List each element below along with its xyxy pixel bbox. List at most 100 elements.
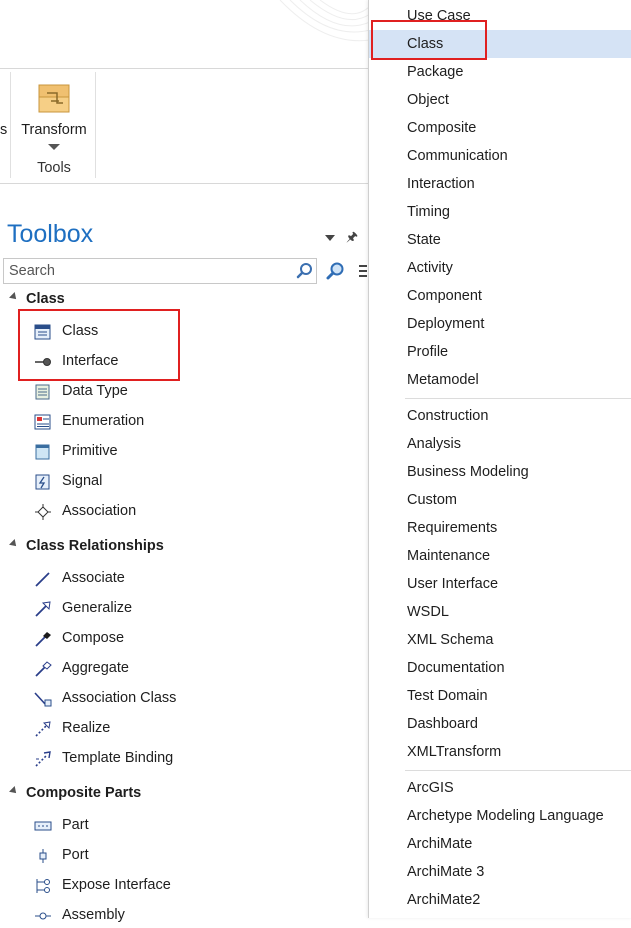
find-in-toolbox-icon[interactable]: [325, 261, 345, 281]
transform-icon: [38, 84, 70, 113]
association-class-icon: [34, 692, 52, 707]
category-header-composite-parts[interactable]: Composite Parts: [9, 785, 141, 801]
menu-item-label: Metamodel: [407, 372, 479, 388]
menu-item-label: Documentation: [407, 660, 505, 676]
menu-item-archimate[interactable]: ArchiMate: [369, 830, 631, 858]
menu-item-component[interactable]: Component: [369, 282, 631, 310]
menu-item-label: Requirements: [407, 520, 498, 536]
menu-item-xmltransform[interactable]: XMLTransform: [369, 738, 631, 766]
menu-item-label: Timing: [407, 204, 450, 220]
primitive-icon: [35, 444, 50, 460]
menu-item-construction[interactable]: Construction: [369, 402, 631, 430]
port-icon: [39, 849, 47, 863]
menu-item-requirements[interactable]: Requirements: [369, 514, 631, 542]
tool-label: Primitive: [62, 443, 118, 459]
menu-item-custom[interactable]: Custom: [369, 486, 631, 514]
menu-item-test-domain[interactable]: Test Domain: [369, 682, 631, 710]
collapse-triangle-icon: [9, 539, 19, 550]
menu-item-interaction[interactable]: Interaction: [369, 170, 631, 198]
background-swirl-decoration: [279, 0, 370, 42]
diagram-type-menu: Use Case Class Package Object Composite Commu…: [368, 0, 631, 918]
menu-item-archimate-3[interactable]: ArchiMate 3: [369, 858, 631, 886]
enumeration-icon: [34, 414, 51, 430]
menu-item-metamodel[interactable]: Metamodel: [369, 366, 631, 394]
menu-item-package[interactable]: Package: [369, 58, 631, 86]
menu-item-archimate2[interactable]: ArchiMate2: [369, 886, 631, 914]
tool-label: Assembly: [62, 907, 125, 923]
toolbox-options-dropdown-icon[interactable]: [325, 235, 335, 241]
menu-item-timing[interactable]: Timing: [369, 198, 631, 226]
menu-item-deployment[interactable]: Deployment: [369, 310, 631, 338]
menu-item-arcgis[interactable]: ArcGIS: [369, 774, 631, 802]
menu-item-label: ArchiMate2: [407, 892, 481, 908]
ribbon-group-label: Tools: [37, 160, 71, 176]
ribbon-divider: [0, 68, 370, 69]
menu-item-label: Construction: [407, 408, 489, 424]
association-diamond-icon: [35, 504, 51, 520]
menu-item-activity[interactable]: Activity: [369, 254, 631, 282]
menu-item-analysis[interactable]: Analysis: [369, 430, 631, 458]
search-input[interactable]: [9, 263, 279, 279]
menu-item-state[interactable]: State: [369, 226, 631, 254]
menu-item-label: Test Domain: [407, 688, 488, 704]
menu-item-label: Activity: [407, 260, 453, 276]
tool-label: Association Class: [62, 690, 177, 706]
data-type-icon: [35, 384, 50, 400]
menu-item-communication[interactable]: Communication: [369, 142, 631, 170]
tool-label: Signal: [62, 473, 103, 489]
associate-line-icon: [35, 572, 50, 587]
ribbon-group-divider: [95, 72, 96, 178]
signal-icon: [35, 474, 50, 490]
menu-item-label: ArcGIS: [407, 780, 454, 796]
pin-icon[interactable]: 🖈: [346, 228, 358, 250]
menu-item-label: Profile: [407, 344, 449, 360]
tool-label: Associate: [62, 570, 125, 586]
menu-item-documentation[interactable]: Documentation: [369, 654, 631, 682]
toolbox-title: Toolbox: [7, 220, 94, 248]
menu-item-archetype-modeling-language[interactable]: Archetype Modeling Language: [369, 802, 631, 830]
menu-item-label: Communication: [407, 148, 508, 164]
menu-item-dashboard[interactable]: Dashboard: [369, 710, 631, 738]
menu-item-profile[interactable]: Profile: [369, 338, 631, 366]
menu-item-label: Archetype Modeling Language: [407, 808, 604, 824]
tool-label: Part: [62, 817, 89, 833]
annotation-highlight-box: [371, 20, 487, 60]
tool-label: Association: [62, 503, 137, 519]
menu-item-user-interface[interactable]: User Interface: [369, 570, 631, 598]
assembly-icon: [35, 912, 51, 920]
tool-label: Enumeration: [62, 413, 145, 429]
menu-item-composite[interactable]: Composite: [369, 114, 631, 142]
menu-item-xml-schema[interactable]: XML Schema: [369, 626, 631, 654]
hamburger-menu-icon[interactable]: [359, 265, 367, 280]
menu-item-business-modeling[interactable]: Business Modeling: [369, 458, 631, 486]
menu-item-label: ArchiMate: [407, 836, 473, 852]
tool-label: Template Binding: [62, 750, 174, 766]
menu-item-label: XMLTransform: [407, 744, 502, 760]
menu-item-label: Analysis: [407, 436, 461, 452]
ribbon-cut-label: s: [0, 122, 8, 138]
menu-separator: [405, 398, 631, 399]
transform-button[interactable]: Transform: [14, 76, 94, 156]
realize-arrow-icon: [35, 721, 51, 737]
category-header-class[interactable]: Class: [9, 291, 65, 307]
category-header-class-relationships[interactable]: Class Relationships: [9, 538, 164, 554]
tool-label: Generalize: [62, 600, 133, 616]
compose-diamond-icon: [35, 632, 51, 647]
menu-item-label: ArchiMate 3: [407, 864, 485, 880]
generalize-arrow-icon: [35, 601, 51, 617]
transform-dropdown-arrow-icon[interactable]: [48, 144, 60, 150]
menu-item-maintenance[interactable]: Maintenance: [369, 542, 631, 570]
search-icon[interactable]: [296, 262, 314, 280]
menu-item-label: WSDL: [407, 604, 449, 620]
tool-label: Expose Interface: [62, 877, 171, 893]
menu-item-wsdl[interactable]: WSDL: [369, 598, 631, 626]
tool-label: Realize: [62, 720, 111, 736]
expose-interface-icon: [36, 879, 50, 893]
search-box[interactable]: [3, 258, 317, 284]
menu-item-object[interactable]: Object: [369, 86, 631, 114]
annotation-highlight-box: [18, 309, 180, 381]
ribbon-group-divider: [10, 72, 11, 178]
menu-item-label: Business Modeling: [407, 464, 529, 480]
ribbon-bottom-border: [0, 183, 370, 184]
menu-item-label: Custom: [407, 492, 457, 508]
